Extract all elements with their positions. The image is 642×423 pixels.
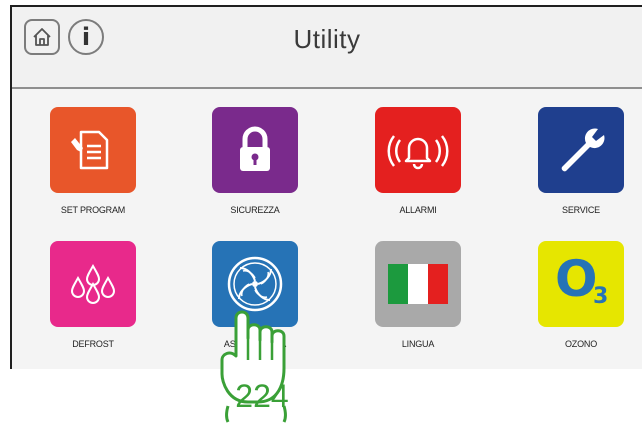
- italian-flag-icon: [388, 264, 448, 304]
- tile-label: SICUREZZA: [230, 205, 280, 215]
- tile-service[interactable]: SERVICE: [511, 107, 642, 215]
- allarmi-button[interactable]: [375, 107, 461, 193]
- water-drops-icon: [70, 263, 116, 304]
- alarm-bell-icon: [387, 135, 449, 170]
- tile-label: LINGUA: [401, 339, 435, 349]
- page-title: Utility: [293, 24, 361, 54]
- touch-screen: i Utility SET PROGRAM SICUREZZA ALLARMI …: [10, 5, 642, 369]
- ozone-o3-icon: O 3: [551, 250, 611, 314]
- lingua-button[interactable]: [375, 241, 461, 327]
- padlock-icon: [240, 126, 270, 171]
- ozono-button[interactable]: O 3: [538, 241, 624, 327]
- step-number: 224: [235, 378, 289, 414]
- tile-label: SET PROGRAM: [60, 205, 126, 215]
- tile-label: ALLARMI: [399, 205, 437, 215]
- tile-label: SERVICE: [562, 205, 600, 215]
- ozone-sub-glyph: 3: [593, 284, 609, 309]
- tile-set-program[interactable]: SET PROGRAM: [23, 107, 163, 215]
- utility-grid: SET PROGRAM SICUREZZA ALLARMI SERVICE DE…: [12, 89, 642, 369]
- service-button[interactable]: [538, 107, 624, 193]
- tile-sicurezza[interactable]: SICUREZZA: [185, 107, 325, 215]
- tile-lingua[interactable]: LINGUA: [348, 241, 488, 349]
- tile-defrost[interactable]: DEFROST: [23, 241, 163, 349]
- sicurezza-button[interactable]: [212, 107, 298, 193]
- tile-label: DEFROST: [72, 339, 114, 349]
- document-edit-icon: [71, 130, 109, 170]
- set-program-button[interactable]: [50, 107, 136, 193]
- tile-ozono[interactable]: O 3 OZONO: [511, 241, 642, 349]
- ozone-o-glyph: O: [555, 250, 598, 308]
- tile-allarmi[interactable]: ALLARMI: [348, 107, 488, 215]
- defrost-button[interactable]: [50, 241, 136, 327]
- header-bar: i Utility: [12, 7, 642, 89]
- tile-label: OZONO: [565, 339, 597, 349]
- wrench-icon: [561, 128, 605, 172]
